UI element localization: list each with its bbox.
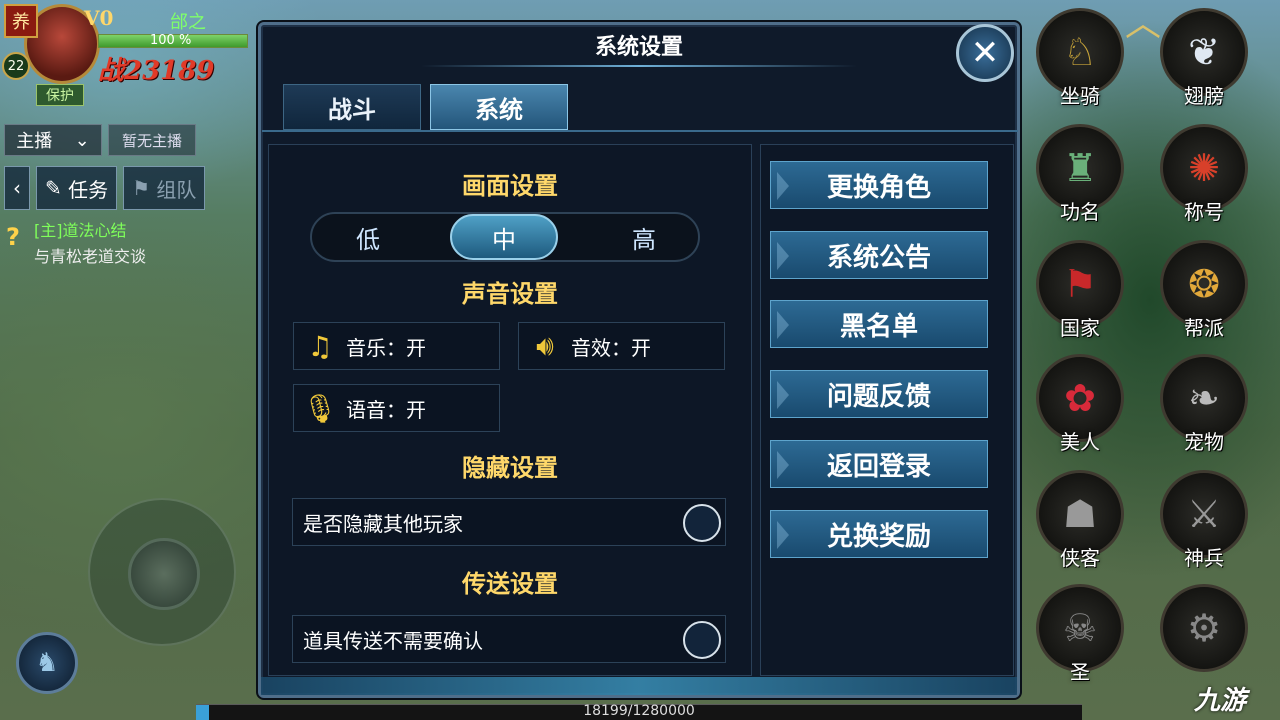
quest-tracker[interactable]: ? [主]道法心结 与青松老道交谈 bbox=[6, 218, 146, 270]
exp-text: 18199/1280000 bbox=[583, 703, 695, 719]
tab-combat[interactable]: 战斗 bbox=[283, 84, 421, 130]
chevron-left-icon: ‹ bbox=[13, 176, 21, 200]
feature-label: 宠物 bbox=[1184, 430, 1224, 454]
player-level: 22 bbox=[2, 52, 30, 80]
music-note-icon: ♫ bbox=[307, 329, 333, 363]
feature-label: 国家 bbox=[1060, 316, 1100, 340]
virtual-joystick[interactable] bbox=[88, 498, 236, 646]
system-notice-button[interactable]: 系统公告 bbox=[770, 231, 988, 279]
guild-feature[interactable]: ❂ 帮派 bbox=[1158, 240, 1250, 341]
feature-label: 称号 bbox=[1184, 200, 1224, 224]
watermark-logo: 九游 bbox=[1194, 686, 1247, 716]
hero-feature[interactable]: ☗ 侠客 bbox=[1034, 470, 1126, 571]
stream-label: 主播 bbox=[16, 131, 53, 152]
feature-label: 坐骑 bbox=[1060, 84, 1100, 108]
feature-label: 帮派 bbox=[1184, 316, 1224, 340]
flag-icon: ⚑ bbox=[132, 176, 151, 200]
hide-players-row[interactable]: 是否隐藏其他玩家 bbox=[292, 498, 726, 546]
blacklist-button[interactable]: 黑名单 bbox=[770, 300, 988, 348]
title-divider bbox=[421, 65, 857, 67]
joystick-knob[interactable] bbox=[128, 538, 200, 610]
quest-tabs: ‹ ✎ 任务 ⚑ 组队 bbox=[4, 166, 206, 210]
effects-label: 音效：开 bbox=[571, 335, 651, 360]
tab-system[interactable]: 系统 bbox=[430, 84, 568, 130]
music-label: 音乐：开 bbox=[346, 335, 426, 360]
horse-icon: ♞ bbox=[35, 648, 59, 678]
nation-feature[interactable]: ⚑ 国家 bbox=[1034, 240, 1126, 341]
hide-players-toggle[interactable] bbox=[683, 504, 721, 542]
pet-feature[interactable]: ❧ 宠物 bbox=[1158, 354, 1250, 455]
change-character-button[interactable]: 更换角色 bbox=[770, 161, 988, 209]
quality-medium-option[interactable]: 中 bbox=[450, 214, 558, 260]
hide-section-title: 隐藏设置 bbox=[462, 453, 558, 482]
vip-level[interactable]: V0 bbox=[84, 6, 113, 30]
microphone-icon: 🎙︎ bbox=[302, 391, 338, 425]
feature-icon-grid: ♘ 坐骑 ❦ 翅膀 ♜ 功名 ✺ 称号 ⚑ 国家 ❂ 帮派 ✿ 美人 ❧ 宠物 ☗ 侠客 ⚔ 神兵 … bbox=[1030, 8, 1270, 708]
speaker-icon: 🔊︎ bbox=[536, 329, 554, 362]
gear-feature[interactable]: ⚙ bbox=[1158, 584, 1250, 672]
beast-feature[interactable]: ☠ 圣 bbox=[1034, 584, 1126, 685]
music-toggle[interactable]: ♫ 音乐：开 bbox=[293, 322, 500, 370]
team-label: 组队 bbox=[156, 177, 197, 202]
quest-sub[interactable]: 与青松老道交谈 bbox=[8, 244, 146, 270]
feature-label: 功名 bbox=[1060, 200, 1100, 224]
chevron-down-icon: ⌄ bbox=[74, 129, 90, 151]
sound-effects-toggle[interactable]: 🔊︎ 音效：开 bbox=[518, 322, 725, 370]
mount-feature[interactable]: ♘ 坐骑 bbox=[1034, 8, 1126, 109]
feature-label: 神兵 bbox=[1184, 546, 1224, 570]
collapse-button[interactable]: ‹ bbox=[4, 166, 30, 210]
voice-label: 语音：开 bbox=[346, 397, 426, 422]
protect-button[interactable]: 保护 bbox=[36, 84, 84, 106]
task-tab[interactable]: ✎ 任务 bbox=[36, 166, 118, 210]
tab-divider bbox=[262, 130, 1018, 132]
hide-players-label: 是否隐藏其他玩家 bbox=[303, 511, 463, 536]
graphics-section-title: 画面设置 bbox=[462, 171, 558, 200]
combat-power: 战23189 bbox=[98, 56, 215, 86]
voice-toggle[interactable]: 🎙︎ 语音：开 bbox=[293, 384, 500, 432]
quality-high-option[interactable]: 高 bbox=[590, 214, 698, 260]
weapon-feature[interactable]: ⚔ 神兵 bbox=[1158, 470, 1250, 571]
wings-feature[interactable]: ❦ 翅膀 bbox=[1158, 8, 1250, 109]
sound-section-title: 声音设置 bbox=[462, 279, 558, 308]
gear-icon: ⚙ bbox=[1160, 584, 1248, 672]
no-stream-label: 暂无主播 bbox=[108, 124, 196, 156]
feature-label: 圣 bbox=[1070, 660, 1090, 684]
team-tab[interactable]: ⚑ 组队 bbox=[123, 166, 206, 210]
teleport-confirm-label: 道具传送不需要确认 bbox=[303, 628, 483, 653]
teleport-confirm-row[interactable]: 道具传送不需要确认 bbox=[292, 615, 726, 663]
beauty-feature[interactable]: ✿ 美人 bbox=[1034, 354, 1126, 455]
graphics-quality-selector: 低 中 高 bbox=[310, 212, 700, 262]
quality-low-option[interactable]: 低 bbox=[314, 214, 422, 260]
fame-feature[interactable]: ♜ 功名 bbox=[1034, 124, 1126, 225]
dialog-title: 系统设置 bbox=[594, 34, 683, 60]
title-feature[interactable]: ✺ 称号 bbox=[1158, 124, 1250, 225]
feature-label: 美人 bbox=[1060, 430, 1100, 454]
teleport-section-title: 传送设置 bbox=[462, 569, 558, 598]
feedback-button[interactable]: 问题反馈 bbox=[770, 370, 988, 418]
map-name: 邰之 bbox=[170, 12, 206, 33]
hp-percent: 100 % bbox=[150, 33, 192, 48]
task-label: 任务 bbox=[68, 177, 109, 202]
redeem-reward-button[interactable]: 兑换奖励 bbox=[770, 510, 988, 558]
feed-badge[interactable]: 养 bbox=[4, 4, 38, 38]
stream-dropdown[interactable]: 主播 ⌄ bbox=[4, 124, 102, 156]
return-login-button[interactable]: 返回登录 bbox=[770, 440, 988, 488]
mount-toggle-button[interactable]: ♞ bbox=[16, 632, 78, 694]
quest-main[interactable]: [主]道法心结 bbox=[8, 218, 146, 244]
scroll-icon: ✎ bbox=[45, 176, 62, 200]
feature-label: 翅膀 bbox=[1184, 84, 1224, 108]
question-icon: ? bbox=[6, 223, 20, 251]
close-button[interactable]: ✕ bbox=[956, 24, 1014, 82]
close-icon: ✕ bbox=[970, 33, 1000, 73]
feature-label: 侠客 bbox=[1060, 546, 1100, 570]
teleport-confirm-toggle[interactable] bbox=[683, 621, 721, 659]
